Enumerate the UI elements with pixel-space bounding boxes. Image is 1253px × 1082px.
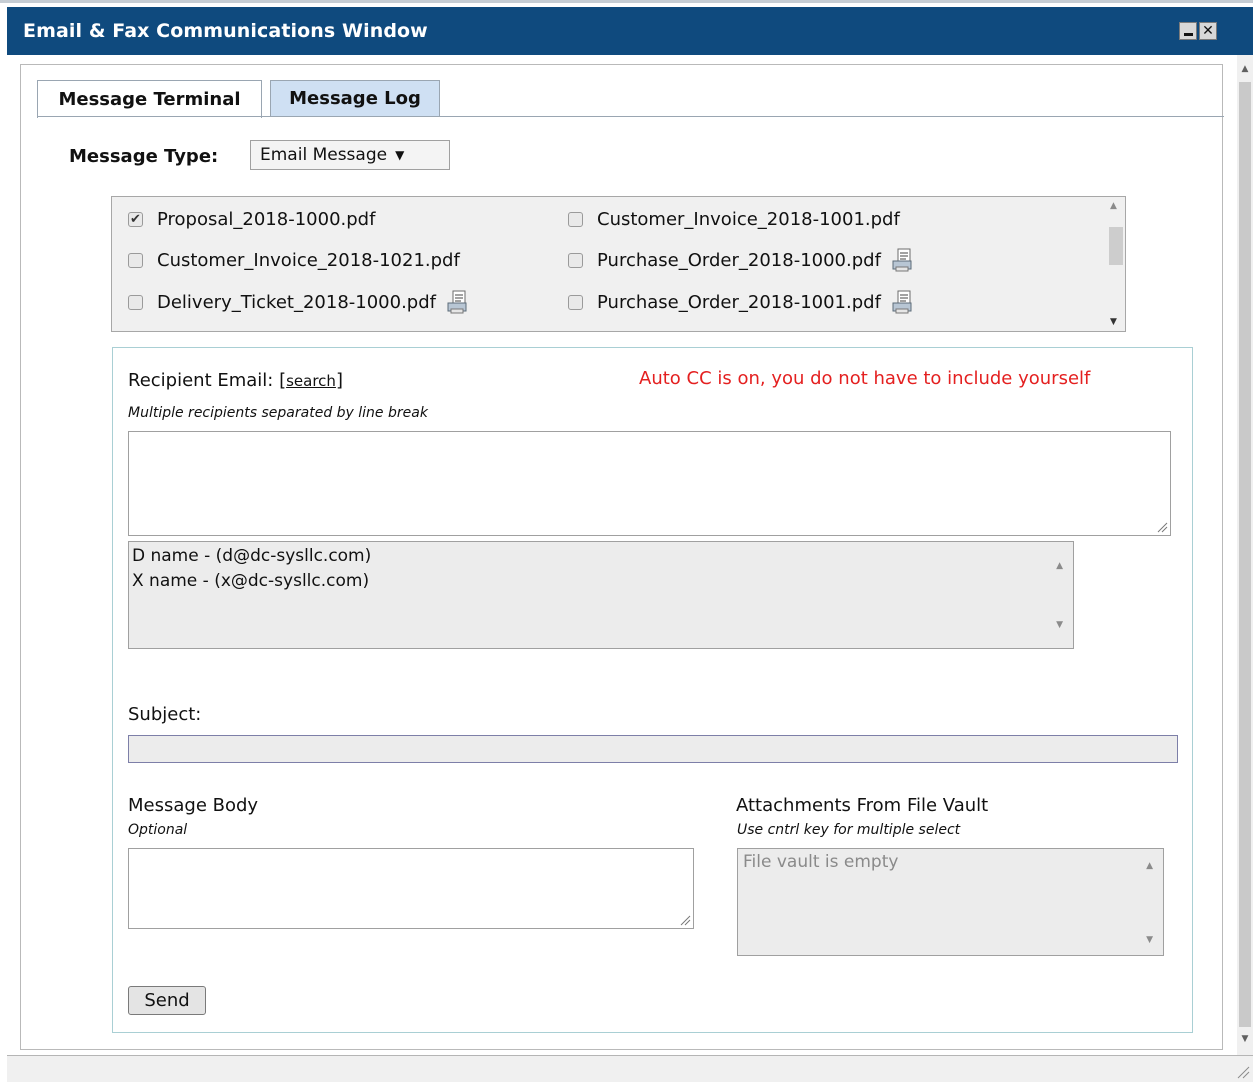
file-item[interactable]: Purchase_Order_2018-1001.pdf [568, 288, 915, 316]
file-name: Purchase_Order_2018-1001.pdf [597, 291, 881, 313]
window-scrollbar[interactable]: ▲ ▼ [1237, 55, 1253, 1055]
recipient-email-field[interactable] [128, 431, 1171, 536]
file-item[interactable]: Customer_Invoice_2018-1001.pdf [568, 205, 900, 233]
scroll-down-icon[interactable]: ▼ [1056, 613, 1063, 638]
file-name: Customer_Invoice_2018-1001.pdf [597, 208, 900, 230]
scroll-up-icon[interactable]: ▲ [1146, 861, 1153, 871]
scroll-thumb[interactable] [1239, 82, 1251, 1027]
message-body-hint: Optional [128, 822, 188, 838]
top-strip-line [0, 0, 1253, 3]
recipient-email-label: Recipient Email: [search] [128, 370, 343, 391]
resize-grip-icon[interactable] [680, 915, 691, 926]
print-document-icon[interactable] [446, 290, 470, 314]
recipient-label-end: ] [335, 370, 343, 391]
scroll-thumb[interactable] [1109, 227, 1123, 265]
file-item[interactable]: Purchase_Order_2018-1000.pdf [568, 246, 915, 274]
file-vault-empty-text: File vault is empty [743, 852, 899, 872]
window-title: Email & Fax Communications Window [23, 20, 428, 42]
file-checkbox[interactable] [568, 294, 583, 310]
dropdown-arrow-icon: ▼ [395, 148, 405, 162]
message-type-select[interactable]: Email Message ▼ [250, 140, 450, 170]
tab-message-terminal[interactable]: Message Terminal [37, 80, 262, 118]
resize-grip-icon[interactable] [1157, 522, 1168, 533]
file-item[interactable]: Delivery_Ticket_2018-1000.pdf [128, 288, 470, 316]
close-icon: ✕ [1202, 23, 1214, 39]
recipient-label-text: Recipient Email: [ [128, 370, 287, 391]
scroll-down-icon[interactable]: ▼ [1110, 317, 1117, 327]
document-checklist: ✔ Proposal_2018-1000.pdf Customer_Invoic… [111, 196, 1126, 332]
message-body-label: Message Body [128, 795, 259, 816]
subject-input[interactable] [128, 735, 1178, 763]
window-titlebar[interactable]: Email & Fax Communications Window ✕ [7, 7, 1253, 55]
scroll-up-icon[interactable]: ▲ [1110, 201, 1117, 211]
contact-item[interactable]: D name - (d@dc-sysllc.com) [132, 544, 1073, 569]
message-type-label: Message Type: [69, 146, 219, 167]
print-document-icon[interactable] [891, 248, 915, 272]
recipient-hint: Multiple recipients separated by line br… [128, 405, 428, 421]
window-resize-grip-icon[interactable] [1236, 1065, 1250, 1079]
top-strip [0, 0, 1253, 7]
window-status-bar [7, 1055, 1253, 1082]
file-name: Customer_Invoice_2018-1021.pdf [157, 249, 460, 271]
scroll-up-icon[interactable]: ▲ [1237, 61, 1253, 77]
scroll-down-icon[interactable]: ▼ [1146, 935, 1153, 945]
file-name: Delivery_Ticket_2018-1000.pdf [157, 291, 436, 313]
search-link[interactable]: search [286, 372, 336, 390]
close-button[interactable]: ✕ [1199, 22, 1217, 40]
send-button[interactable]: Send [128, 986, 206, 1015]
contact-item[interactable]: X name - (x@dc-sysllc.com) [132, 569, 1073, 594]
attachments-hint: Use cntrl key for multiple select [737, 822, 961, 838]
tab-message-log[interactable]: Message Log [270, 80, 440, 116]
file-item[interactable]: ✔ Proposal_2018-1000.pdf [128, 205, 375, 233]
attachments-label: Attachments From File Vault [736, 795, 989, 816]
message-type-value: Email Message [260, 145, 388, 165]
file-name: Proposal_2018-1000.pdf [157, 208, 376, 230]
file-name: Purchase_Order_2018-1000.pdf [597, 249, 881, 271]
scroll-down-icon[interactable]: ▼ [1237, 1031, 1253, 1047]
print-document-icon[interactable] [891, 290, 915, 314]
file-vault-list[interactable]: File vault is empty ▲ ▼ [737, 848, 1164, 956]
file-checkbox[interactable] [568, 211, 583, 227]
tab-divider [37, 116, 1224, 117]
content-frame: Message Terminal Message Log Message Typ… [20, 64, 1224, 1050]
minimize-icon [1183, 33, 1193, 36]
file-list-scrollbar[interactable]: ▲ ▼ [1107, 197, 1125, 331]
message-body-field[interactable] [128, 848, 694, 929]
subject-label: Subject: [128, 704, 202, 725]
tab-label: Message Log [289, 88, 421, 109]
file-item[interactable]: Customer_Invoice_2018-1021.pdf [128, 246, 460, 274]
file-checkbox[interactable] [128, 252, 143, 268]
auto-cc-notice: Auto CC is on, you do not have to includ… [639, 368, 1091, 389]
file-checkbox[interactable] [128, 294, 143, 310]
scroll-up-icon[interactable]: ▲ [1056, 554, 1063, 579]
minimize-button[interactable] [1179, 22, 1197, 40]
tab-label: Message Terminal [58, 89, 241, 110]
contact-list[interactable]: D name - (d@dc-sysllc.com) X name - (x@d… [128, 541, 1074, 649]
file-checkbox[interactable]: ✔ [128, 211, 143, 227]
window-body: Message Terminal Message Log Message Typ… [7, 55, 1253, 1082]
file-checkbox[interactable] [568, 252, 583, 268]
compose-panel: Recipient Email: [search] Auto CC is on,… [112, 347, 1193, 1033]
